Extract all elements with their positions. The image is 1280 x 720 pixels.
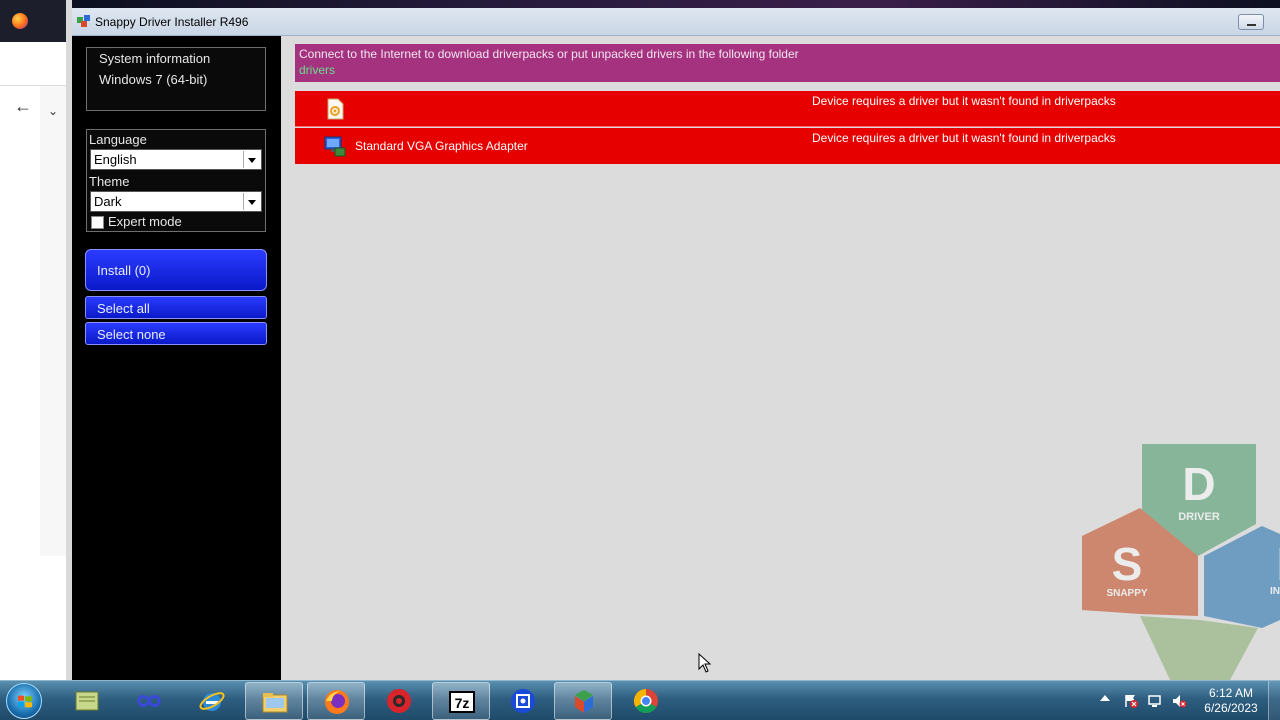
theme-value: Dark: [94, 194, 122, 209]
logo-word-install: INSTA: [1270, 586, 1280, 597]
dropdown-arrow-icon[interactable]: [243, 151, 260, 168]
language-value: English: [94, 152, 137, 167]
clock-date: 6/26/2023: [1204, 701, 1258, 715]
system-info-box[interactable]: System information Windows 7 (64-bit): [86, 47, 266, 111]
logo-letter-d: D: [1182, 458, 1215, 510]
chevron-down-icon[interactable]: ⌄: [48, 104, 58, 118]
install-button[interactable]: Install (0): [85, 249, 267, 291]
taskbar-internet-explorer[interactable]: [183, 682, 241, 720]
device-row[interactable]: Standard VGA Graphics Adapter Device req…: [295, 128, 1280, 164]
background-browser-sidebar: [40, 86, 66, 556]
chrome-icon: [633, 689, 658, 714]
logo-word-driver: DRIVER: [1178, 511, 1220, 523]
taskbar-blue-tool[interactable]: [494, 682, 552, 720]
logo-letter-s: S: [1112, 538, 1143, 590]
theme-select[interactable]: Dark: [90, 191, 262, 212]
start-button[interactable]: [6, 683, 42, 719]
banner-message: Connect to the Internet to download driv…: [299, 47, 799, 61]
display-adapter-icon: [324, 136, 346, 157]
background-browser-toolbar: ←: [0, 42, 72, 116]
expert-mode-label[interactable]: Expert mode: [108, 214, 182, 229]
desktop-wallpaper-strip: [72, 0, 1280, 8]
firefox-icon: [325, 690, 349, 714]
blue-tool-app-icon: [511, 689, 535, 713]
snappy-app-icon: [575, 690, 593, 713]
taskbar: 7z 6:12 AM 6/26/2023: [0, 680, 1280, 720]
internet-explorer-icon: [199, 692, 225, 711]
taskbar-red-app[interactable]: [370, 682, 428, 720]
logo-letter-i: I: [1277, 538, 1280, 590]
show-hidden-icons-arrow[interactable]: [1100, 695, 1110, 701]
taskbar-firefox[interactable]: [307, 682, 365, 720]
select-all-label: Select all: [97, 301, 150, 316]
volume-muted-icon[interactable]: [1171, 693, 1187, 709]
theme-label: Theme: [89, 174, 130, 189]
device-status: Device requires a driver but it wasn't f…: [812, 94, 1116, 108]
show-desktop-button[interactable]: [1268, 681, 1280, 720]
window-title: Snappy Driver Installer R496: [95, 15, 249, 29]
snappy-driver-logo: D DRIVER S SNAPPY I INSTA: [1082, 444, 1280, 680]
device-name: Standard VGA Graphics Adapter: [355, 139, 528, 153]
windows-flag-icon: [18, 695, 32, 708]
select-all-button[interactable]: Select all: [85, 296, 267, 319]
os-version: Windows 7 (64-bit): [99, 72, 208, 87]
taskbar-infinity-app[interactable]: [120, 682, 178, 720]
taskbar-notes-app[interactable]: [58, 682, 116, 720]
svg-text:7z: 7z: [455, 695, 470, 711]
drivers-folder-link[interactable]: drivers: [299, 63, 335, 77]
clock-time: 6:12 AM: [1208, 686, 1254, 700]
background-browser-window: ← ⌄: [0, 0, 72, 680]
network-icon[interactable]: [1147, 693, 1163, 709]
system-clock[interactable]: 6:12 AM 6/26/2023: [1196, 686, 1266, 716]
dropdown-arrow-icon[interactable]: [243, 193, 260, 210]
device-status: Device requires a driver but it wasn't f…: [812, 131, 1116, 145]
logo-word-snappy: SNAPPY: [1106, 588, 1147, 599]
action-center-flag-icon[interactable]: [1123, 693, 1139, 709]
internet-banner[interactable]: Connect to the Internet to download driv…: [295, 44, 1280, 82]
system-info-label: System information: [99, 51, 211, 66]
7zip-icon: 7z: [449, 691, 475, 713]
settings-box: Language English Theme Dark Expert mode: [86, 129, 266, 232]
language-select[interactable]: English: [90, 149, 262, 170]
device-row[interactable]: Device requires a driver but it wasn't f…: [295, 91, 1280, 127]
folder-icon: [262, 693, 288, 713]
taskbar-snappy-driver-installer[interactable]: [554, 682, 612, 720]
taskbar-file-explorer[interactable]: [245, 682, 303, 720]
firefox-icon: [12, 13, 28, 29]
select-none-button[interactable]: Select none: [85, 322, 267, 345]
infinity-app-icon: [137, 695, 161, 707]
red-gear-app-icon: [387, 689, 411, 713]
taskbar-chrome[interactable]: [617, 682, 675, 720]
mouse-cursor-icon: [698, 653, 712, 673]
expert-mode-checkbox[interactable]: [91, 216, 104, 229]
language-label: Language: [89, 132, 147, 147]
left-panel: System information Windows 7 (64-bit) La…: [72, 36, 281, 680]
app-icon: [77, 15, 90, 27]
background-browser-tabstrip: [0, 0, 72, 42]
minimize-button[interactable]: [1238, 14, 1264, 30]
back-arrow-icon[interactable]: ←: [14, 96, 32, 117]
taskbar-7zip[interactable]: 7z: [432, 682, 490, 720]
title-bar[interactable]: Snappy Driver Installer R496: [72, 8, 1280, 36]
select-none-label: Select none: [97, 327, 166, 342]
install-button-label: Install (0): [97, 263, 151, 278]
unknown-device-icon: [327, 98, 344, 120]
notes-app-icon: [75, 691, 99, 711]
